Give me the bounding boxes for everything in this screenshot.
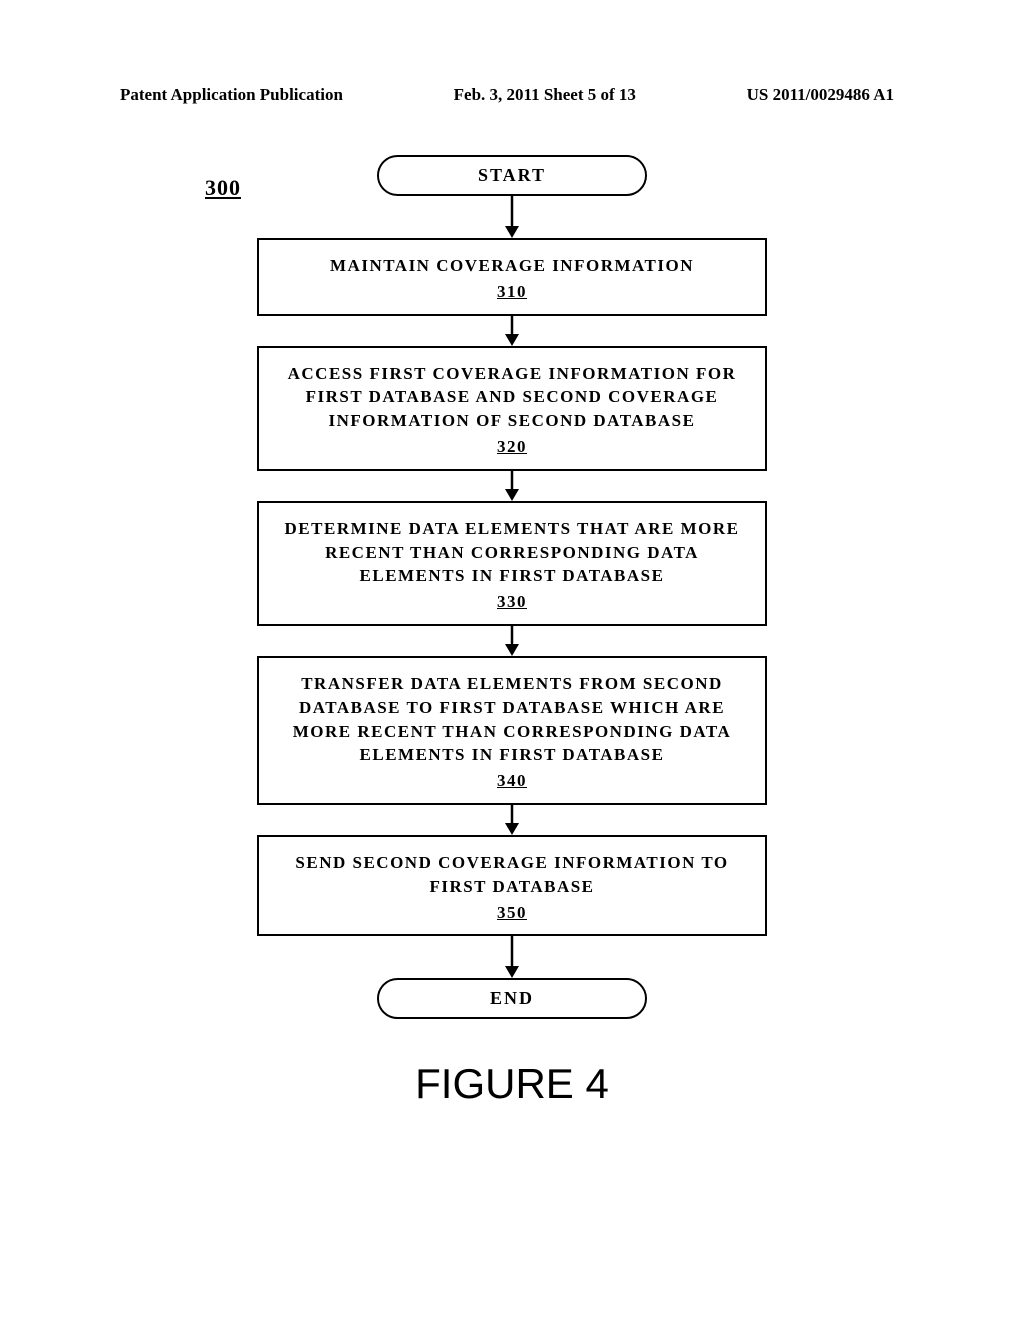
flowchart: START MAINTAIN COVERAGE INFORMATION 310 … <box>237 155 787 1019</box>
process-step-330: DETERMINE DATA ELEMENTS THAT ARE MORE RE… <box>257 501 767 626</box>
step-text: DETERMINE DATA ELEMENTS THAT ARE MORE RE… <box>277 517 747 588</box>
arrow-icon <box>237 936 787 978</box>
arrow-icon <box>237 471 787 501</box>
header-center: Feb. 3, 2011 Sheet 5 of 13 <box>454 85 636 105</box>
step-text: ACCESS FIRST COVERAGE INFORMATION FOR FI… <box>277 362 747 433</box>
step-number: 350 <box>497 901 527 925</box>
process-step-320: ACCESS FIRST COVERAGE INFORMATION FOR FI… <box>257 346 767 471</box>
figure-label: FIGURE 4 <box>0 1060 1024 1108</box>
arrow-icon <box>237 316 787 346</box>
step-number: 340 <box>497 769 527 793</box>
step-text: SEND SECOND COVERAGE INFORMATION TO FIRS… <box>277 851 747 899</box>
process-step-350: SEND SECOND COVERAGE INFORMATION TO FIRS… <box>257 835 767 936</box>
process-step-310: MAINTAIN COVERAGE INFORMATION 310 <box>257 238 767 316</box>
page-header: Patent Application Publication Feb. 3, 2… <box>0 85 1024 105</box>
flowchart-reference-number: 300 <box>205 175 241 201</box>
arrow-icon <box>237 196 787 238</box>
step-text: MAINTAIN COVERAGE INFORMATION <box>277 254 747 278</box>
arrow-icon <box>237 626 787 656</box>
terminal-end: END <box>377 978 647 1019</box>
step-text: TRANSFER DATA ELEMENTS FROM SECOND DATAB… <box>277 672 747 767</box>
header-right: US 2011/0029486 A1 <box>747 85 894 105</box>
step-number: 330 <box>497 590 527 614</box>
process-step-340: TRANSFER DATA ELEMENTS FROM SECOND DATAB… <box>257 656 767 805</box>
arrow-icon <box>237 805 787 835</box>
step-number: 320 <box>497 435 527 459</box>
step-number: 310 <box>497 280 527 304</box>
header-left: Patent Application Publication <box>120 85 343 105</box>
terminal-start: START <box>377 155 647 196</box>
